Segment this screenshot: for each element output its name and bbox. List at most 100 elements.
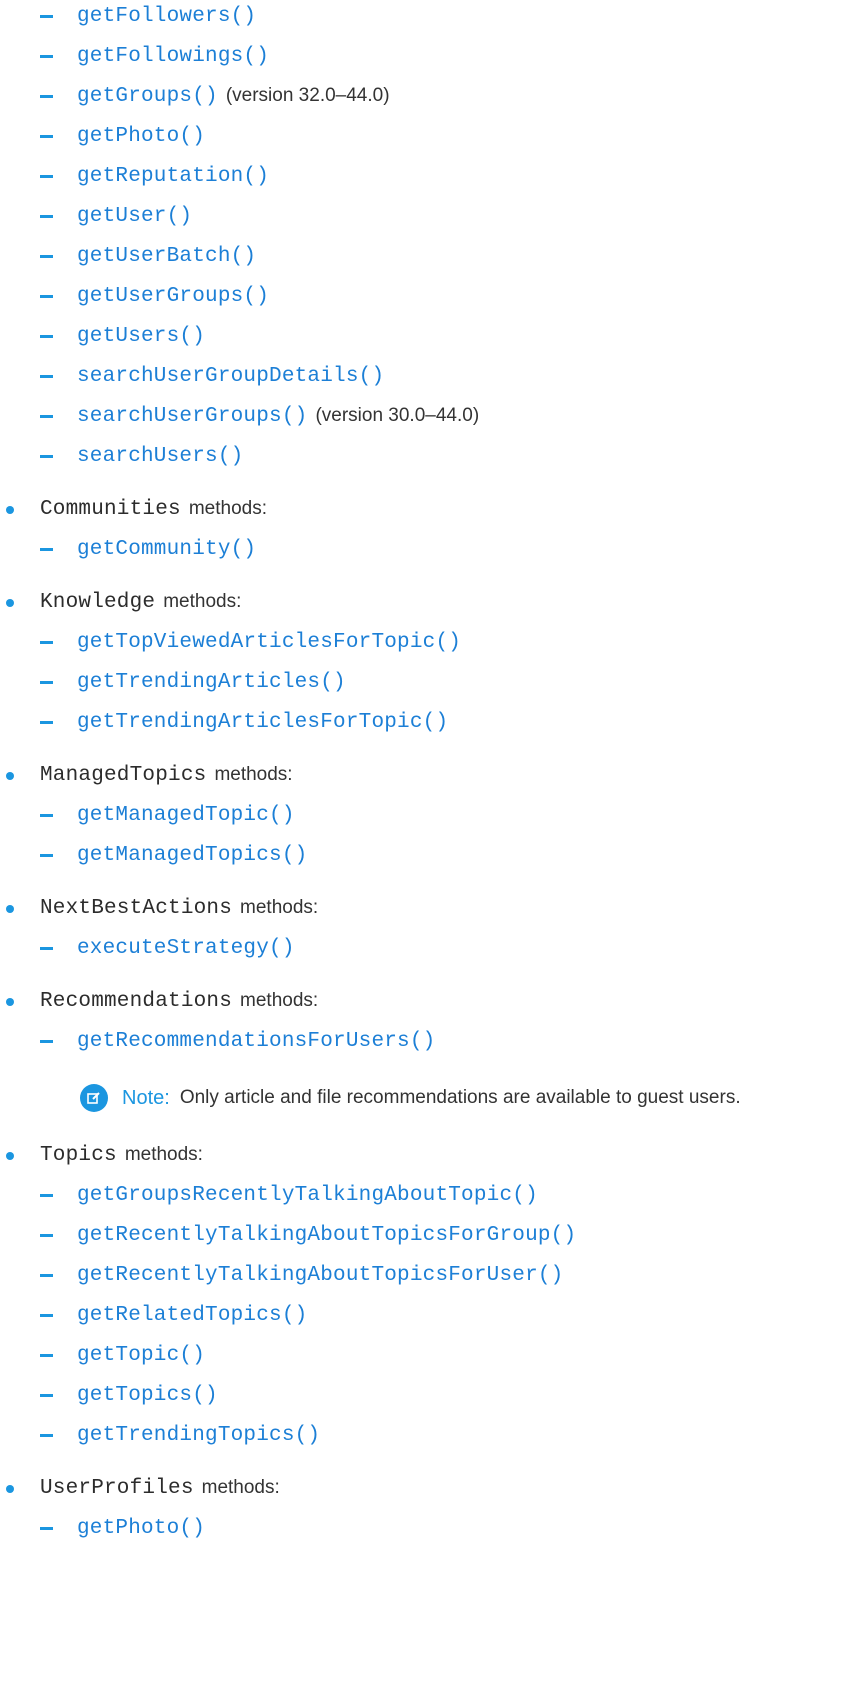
note-text: Only article and file recommendations ar… xyxy=(179,1087,741,1108)
dash-icon xyxy=(40,255,53,258)
dash-icon xyxy=(40,95,53,98)
method-list-item: getRecentlyTalkingAboutTopicsForUser() xyxy=(40,1255,563,1295)
method-link[interactable]: getGroups() xyxy=(77,85,218,108)
bullet-icon xyxy=(6,505,14,514)
method-list-item: getTopViewedArticlesForTopic() xyxy=(40,622,461,662)
method-list-item: getUser() xyxy=(40,196,192,236)
methods-label: methods: xyxy=(188,498,267,519)
method-link[interactable]: getPhoto() xyxy=(77,1517,205,1540)
dash-icon xyxy=(40,375,53,378)
method-link[interactable]: searchUserGroups() xyxy=(77,405,307,428)
method-list-item: getUserGroups() xyxy=(40,276,269,316)
method-list-item: getTrendingArticlesForTopic() xyxy=(40,702,448,742)
edit-icon xyxy=(80,1084,108,1112)
method-list-item: getUserBatch() xyxy=(40,236,256,276)
dash-icon xyxy=(40,335,53,338)
method-link[interactable]: getGroupsRecentlyTalkingAboutTopic() xyxy=(77,1184,538,1207)
class-name: Knowledge xyxy=(40,590,156,614)
dash-icon xyxy=(40,175,53,178)
class-name: NextBestActions xyxy=(40,896,233,920)
method-link[interactable]: getRecommendationsForUsers() xyxy=(77,1030,435,1053)
method-list-item: getTopic() xyxy=(40,1335,205,1375)
bullet-icon xyxy=(6,1151,14,1160)
class-list-item: Communities methods: xyxy=(6,489,267,529)
method-link[interactable]: getTopics() xyxy=(77,1384,218,1407)
dash-icon xyxy=(40,641,53,644)
method-link[interactable]: getUserGroups() xyxy=(77,285,269,308)
method-list-item: getRelatedTopics() xyxy=(40,1295,307,1335)
method-list-item: getTrendingArticles() xyxy=(40,662,346,702)
methods-label: methods: xyxy=(201,1477,280,1498)
method-link[interactable]: getUser() xyxy=(77,205,192,228)
dash-icon xyxy=(40,1040,53,1043)
method-list-item: searchUsers() xyxy=(40,436,243,476)
dash-icon xyxy=(40,947,53,950)
dash-icon xyxy=(40,1194,53,1197)
method-link[interactable]: executeStrategy() xyxy=(77,937,295,960)
method-list-item: getRecentlyTalkingAboutTopicsForGroup() xyxy=(40,1215,576,1255)
method-link[interactable]: getReputation() xyxy=(77,165,269,188)
dash-icon xyxy=(40,1314,53,1317)
dash-icon xyxy=(40,415,53,418)
methods-label: methods: xyxy=(214,764,293,785)
method-link[interactable]: getManagedTopic() xyxy=(77,804,295,827)
note-callout: Note: Only article and file recommendatio… xyxy=(80,1078,741,1118)
method-link[interactable]: searchUserGroupDetails() xyxy=(77,365,384,388)
dash-icon xyxy=(40,721,53,724)
method-link[interactable]: getUsers() xyxy=(77,325,205,348)
version-note: (version 30.0–44.0) xyxy=(315,405,480,426)
method-link[interactable]: getRelatedTopics() xyxy=(77,1304,307,1327)
bullet-icon xyxy=(6,1484,14,1493)
class-list-item: Topics methods: xyxy=(6,1135,203,1175)
method-list-item: getGroups() (version 32.0–44.0) xyxy=(40,76,390,116)
dash-icon xyxy=(40,814,53,817)
method-list-item: searchUserGroups() (version 30.0–44.0) xyxy=(40,396,479,436)
method-list-item: getGroupsRecentlyTalkingAboutTopic() xyxy=(40,1175,538,1215)
method-list-item: getUsers() xyxy=(40,316,205,356)
dash-icon xyxy=(40,1434,53,1437)
doc-page: getFollowers() getFollowings() getGroups()… xyxy=(0,0,854,1688)
method-link[interactable]: searchUsers() xyxy=(77,445,243,468)
method-link[interactable]: getTrendingTopics() xyxy=(77,1424,320,1447)
method-link[interactable]: getFollowings() xyxy=(77,45,269,68)
method-link[interactable]: getUserBatch() xyxy=(77,245,256,268)
method-link[interactable]: getRecentlyTalkingAboutTopicsForUser() xyxy=(77,1264,563,1287)
method-list-item: getRecommendationsForUsers() xyxy=(40,1021,435,1061)
dash-icon xyxy=(40,681,53,684)
note-label: Note: xyxy=(122,1086,170,1109)
method-link[interactable]: getCommunity() xyxy=(77,538,256,561)
method-link[interactable]: getManagedTopics() xyxy=(77,844,307,867)
class-list-item: NextBestActions methods: xyxy=(6,888,318,928)
method-link[interactable]: getTopic() xyxy=(77,1344,205,1367)
method-list-item: searchUserGroupDetails() xyxy=(40,356,384,396)
method-list-item: getManagedTopic() xyxy=(40,795,295,835)
method-link[interactable]: getFollowers() xyxy=(77,5,256,28)
class-name: UserProfiles xyxy=(40,1476,194,1500)
method-link[interactable]: getRecentlyTalkingAboutTopicsForGroup() xyxy=(77,1224,576,1247)
methods-label: methods: xyxy=(240,990,319,1011)
method-link[interactable]: getPhoto() xyxy=(77,125,205,148)
class-list-item: ManagedTopics methods: xyxy=(6,755,293,795)
version-note: (version 32.0–44.0) xyxy=(225,85,390,106)
bullet-icon xyxy=(6,904,14,913)
methods-label: methods: xyxy=(163,591,242,612)
method-link[interactable]: getTrendingArticles() xyxy=(77,671,346,694)
dash-icon xyxy=(40,295,53,298)
method-list-item: getTopics() xyxy=(40,1375,218,1415)
method-list-item: getTrendingTopics() xyxy=(40,1415,320,1455)
method-link[interactable]: getTopViewedArticlesForTopic() xyxy=(77,631,461,654)
bullet-icon xyxy=(6,598,14,607)
dash-icon xyxy=(40,1527,53,1530)
class-name: Topics xyxy=(40,1143,117,1167)
dash-icon xyxy=(40,135,53,138)
class-list-item: Knowledge methods: xyxy=(6,582,241,622)
method-list-item: getReputation() xyxy=(40,156,269,196)
method-list-item: getPhoto() xyxy=(40,1508,205,1548)
class-list-item: UserProfiles methods: xyxy=(6,1468,280,1508)
dash-icon xyxy=(40,455,53,458)
class-list-item: Recommendations methods: xyxy=(6,981,318,1021)
class-name: Communities xyxy=(40,497,181,521)
method-link[interactable]: getTrendingArticlesForTopic() xyxy=(77,711,448,734)
dash-icon xyxy=(40,215,53,218)
dash-icon xyxy=(40,15,53,18)
